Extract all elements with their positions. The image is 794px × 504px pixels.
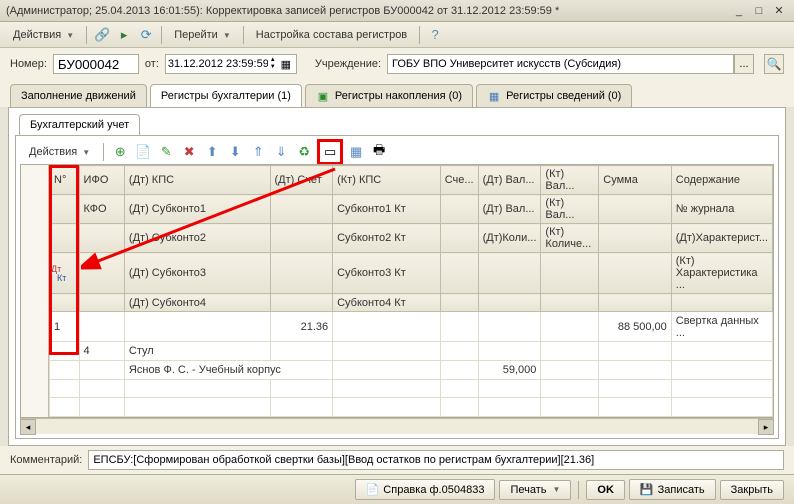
number-label: Номер: [10,58,47,70]
table-row[interactable] [50,379,773,398]
help-icon[interactable]: ? [425,25,445,45]
add-icon[interactable]: ⊕ [110,142,130,162]
titlebar: (Администратор; 25.04.2013 16:01:55): Ко… [0,0,794,22]
delete-icon[interactable]: ✖ [179,142,199,162]
table-row[interactable]: Яснов Ф. С. - Учебный корпус59,000 [50,360,773,379]
settings-icon[interactable]: ▦ [346,142,366,162]
go-menu[interactable]: Перейти ▼ [167,26,238,44]
sort-desc-icon[interactable]: ⇓ [271,142,291,162]
header-row-1: N° ИФО (Дт) КПС (Дт) Счет (Кт) КПС Сче..… [50,166,773,195]
table-row[interactable] [50,398,773,417]
actions-menu[interactable]: Действия ▼ [6,26,81,44]
plus-icon: ▣ [316,89,330,103]
register-tabs: Заполнение движений Регистры бухгалтерии… [0,80,794,107]
tab-info[interactable]: ▦Регистры сведений (0) [476,84,632,107]
header-row-3: (Дт) Субконто2Субконто2 Кт(Дт)Коли...(Кт… [50,224,773,253]
print-icon[interactable]: 🖶 [369,142,389,162]
table-row[interactable]: 4Стул [50,342,773,361]
footer: 📄Справка ф.0504833 Печать ▼ OK 💾Записать… [0,474,794,504]
highlighted-button-box: ▭ [317,139,343,165]
tab-accumulation[interactable]: ▣Регистры накопления (0) [305,84,473,107]
institution-wrap: ... [387,54,754,74]
grid-toolbar: Действия ▼ ⊕ 📄 ✎ ✖ ⬆ ⬇ ⇑ ⇓ ♻ ▭ ▦ 🖶 [20,140,774,164]
minimize-button[interactable]: _ [730,3,748,19]
from-label: от: [145,58,159,70]
date-input[interactable] [168,58,268,70]
scroll-left-icon[interactable]: ◂ [20,419,36,435]
move-up-icon[interactable]: ⬆ [202,142,222,162]
edit-icon[interactable]: ✎ [156,142,176,162]
grid[interactable]: ДтКт N° ИФО (Дт) КПС (Дт) Счет (Кт) КПС … [20,164,774,418]
header-row-2: КФО(Дт) Субконто1Субконто1 Кт(Дт) Вал...… [50,195,773,224]
grid-icon: ▦ [487,89,501,103]
refresh-icon[interactable]: ⟳ [136,25,156,45]
sub-content: Действия ▼ ⊕ 📄 ✎ ✖ ⬆ ⬇ ⇑ ⇓ ♻ ▭ ▦ 🖶 [15,135,779,439]
institution-select-button[interactable]: ... [734,54,754,74]
table-row[interactable]: 121.3688 500,00Свертка данных ... [50,312,773,342]
scroll-right-icon[interactable]: ▸ [758,419,774,435]
header-row-4: (Дт) Субконто3Субконто3 Кт(Кт) Характери… [50,253,773,294]
move-down-icon[interactable]: ⬇ [225,142,245,162]
print-button[interactable]: Печать ▼ [499,480,571,500]
window-title: (Администратор; 25.04.2013 16:01:55): Ко… [6,5,728,17]
header-row-5: (Дт) Субконто4Субконто4 Кт [50,294,773,312]
help-form-button[interactable]: 📄Справка ф.0504833 [355,479,496,500]
dt-kt-marker: ДтКт [51,265,66,283]
date-input-wrap: ▲▼ ▦ [165,54,297,74]
institution-search-button[interactable]: 🔍 [764,54,784,74]
tab-fill[interactable]: Заполнение движений [10,84,147,107]
comment-row: Комментарий: [0,446,794,474]
link-icon[interactable]: 🔗 [92,25,112,45]
refresh-grid-icon[interactable]: ♻ [294,142,314,162]
number-input[interactable] [53,54,139,74]
grid-actions-menu[interactable]: Действия ▼ [22,143,97,161]
sort-asc-icon[interactable]: ⇑ [248,142,268,162]
copy-icon[interactable]: 📄 [133,142,153,162]
comment-input[interactable] [88,450,784,470]
tab-accounting[interactable]: Регистры бухгалтерии (1) [150,84,302,107]
save-button[interactable]: 💾Записать [629,479,716,500]
institution-input[interactable] [387,54,734,74]
template-icon[interactable]: ▭ [320,142,340,162]
calendar-icon[interactable]: ▦ [278,54,294,74]
institution-label: Учреждение: [315,58,381,70]
subtab-accounting[interactable]: Бухгалтерский учет [19,114,140,135]
content-panel: Бухгалтерский учет Действия ▼ ⊕ 📄 ✎ ✖ ⬆ … [8,107,786,446]
run-icon[interactable]: ▸ [114,25,134,45]
date-spinner[interactable]: ▲▼ [268,57,278,71]
horizontal-scrollbar[interactable]: ◂ ▸ [20,418,774,434]
ok-button[interactable]: OK [586,480,625,500]
maximize-button[interactable]: □ [750,3,768,19]
close-window-button[interactable]: Закрыть [720,480,784,500]
row-markers [21,165,49,417]
registers-setup-button[interactable]: Настройка состава регистров [249,26,414,44]
main-toolbar: Действия ▼ 🔗 ▸ ⟳ Перейти ▼ Настройка сос… [0,22,794,48]
header-form: Номер: от: ▲▼ ▦ Учреждение: ... 🔍 [0,48,794,80]
close-button[interactable]: ✕ [770,3,788,19]
comment-label: Комментарий: [10,454,82,466]
